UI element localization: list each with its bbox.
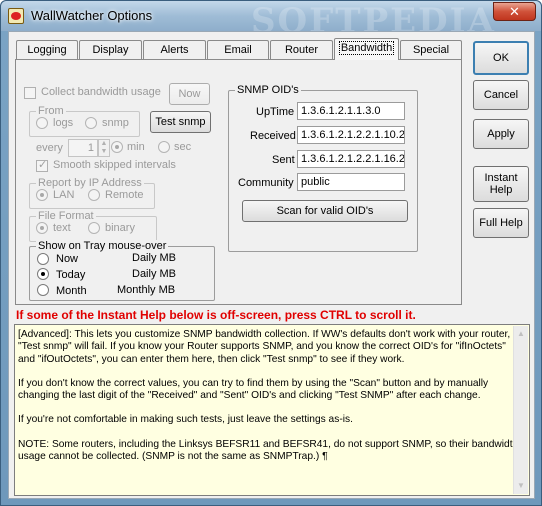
tray-month-label: Month xyxy=(56,285,87,297)
report-remote-radio[interactable] xyxy=(88,189,100,201)
from-snmp-radio[interactable] xyxy=(85,117,97,129)
scan-oids-button[interactable]: Scan for valid OID's xyxy=(242,200,408,222)
help-scrollbar[interactable]: ▲ ▼ xyxy=(513,326,528,494)
tab-alerts[interactable]: Alerts xyxy=(143,40,206,59)
interval-spinner[interactable]: ▲ ▼ xyxy=(98,139,110,157)
report-remote-label: Remote xyxy=(105,189,144,201)
tray-month-value: Monthly MB xyxy=(117,284,176,296)
cancel-button[interactable]: Cancel xyxy=(473,80,529,110)
window-title: WallWatcher Options xyxy=(31,8,153,23)
help-paragraph-3: If you're not comfortable in making such… xyxy=(18,414,353,426)
tray-now-value: Daily MB xyxy=(132,252,177,264)
help-paragraph-2: If you don't know the correct values, yo… xyxy=(18,377,489,402)
instant-help-line2: Help xyxy=(489,184,513,196)
tab-logging-label: Logging xyxy=(27,44,67,56)
tray-today-label: Today xyxy=(56,269,86,281)
tab-display[interactable]: Display xyxy=(79,40,142,59)
smooth-intervals-label: Smooth skipped intervals xyxy=(53,159,176,171)
apply-button[interactable]: Apply xyxy=(473,119,529,149)
tray-today-value: Daily MB xyxy=(132,268,177,280)
bandwidth-panel: Collect bandwidth usage Now From logs sn… xyxy=(15,59,462,305)
ok-button[interactable]: OK xyxy=(473,41,529,75)
received-label: Received xyxy=(250,130,296,142)
tab-alerts-label: Alerts xyxy=(160,44,189,56)
tray-month-radio[interactable] xyxy=(37,284,49,296)
snmp-group-title: SNMP OID's xyxy=(235,84,301,96)
close-button[interactable]: ✕ xyxy=(493,2,536,21)
instant-help-textbox[interactable]: [Advanced]: This lets you customize SNMP… xyxy=(14,324,530,496)
tab-logging[interactable]: Logging xyxy=(16,40,78,59)
instant-help-line1: Instant xyxy=(484,172,518,184)
tray-now-label: Now xyxy=(56,253,79,265)
tab-display-label: Display xyxy=(92,44,129,56)
tab-bandwidth[interactable]: Bandwidth xyxy=(334,38,399,60)
format-text-label: text xyxy=(53,222,71,234)
every-min-radio[interactable] xyxy=(111,141,123,153)
scroll-up-icon[interactable]: ▲ xyxy=(514,326,528,342)
every-label: every xyxy=(36,142,63,154)
community-label: Community xyxy=(238,177,294,189)
tab-router-label: Router xyxy=(284,44,319,56)
app-icon xyxy=(8,8,24,24)
sent-oid-input[interactable]: 1.3.6.1.2.1.2.2.1.16.2 xyxy=(297,150,405,168)
tray-group-title: Show on Tray mouse-over xyxy=(36,240,169,252)
received-oid-input[interactable]: 1.3.6.1.2.1.2.2.1.10.2 xyxy=(297,126,405,144)
test-snmp-button[interactable]: Test snmp xyxy=(150,111,211,133)
tray-now-radio[interactable] xyxy=(37,253,49,265)
file-format-group-title: File Format xyxy=(36,210,96,222)
community-input[interactable]: public xyxy=(297,173,405,191)
collect-bandwidth-label: Collect bandwidth usage xyxy=(41,86,161,98)
instant-help-button[interactable]: Instant Help xyxy=(473,166,529,202)
format-binary-radio[interactable] xyxy=(88,222,100,234)
from-logs-label: logs xyxy=(53,117,74,129)
from-group-title: From xyxy=(36,105,66,117)
help-paragraph-4: NOTE: Some routers, including the Linksy… xyxy=(18,438,519,463)
tab-router[interactable]: Router xyxy=(270,40,333,59)
report-lan-radio[interactable] xyxy=(36,189,48,201)
sent-label: Sent xyxy=(272,154,295,166)
tray-today-radio[interactable] xyxy=(37,268,49,280)
report-lan-label: LAN xyxy=(53,189,75,201)
every-min-label: min xyxy=(127,141,145,153)
from-logs-radio[interactable] xyxy=(36,117,48,129)
full-help-button[interactable]: Full Help xyxy=(473,208,529,238)
report-ip-group-title: Report by IP Address xyxy=(36,177,144,189)
tab-email[interactable]: Email xyxy=(207,40,269,59)
options-window: WallWatcher Options SOFTPEDIA ✕ Logging … xyxy=(0,0,542,506)
help-paragraph-1: [Advanced]: This lets you customize SNMP… xyxy=(18,329,511,365)
scroll-down-icon[interactable]: ▼ xyxy=(514,478,528,494)
dialog-client: Logging Display Alerts Email Router Band… xyxy=(8,31,535,499)
tab-email-label: Email xyxy=(224,44,252,56)
tab-special[interactable]: Special xyxy=(400,40,462,59)
tab-special-label: Special xyxy=(412,44,450,56)
every-interval-input[interactable]: 1 xyxy=(68,139,98,157)
every-sec-label: sec xyxy=(174,141,192,153)
collect-bandwidth-checkbox[interactable] xyxy=(24,87,36,99)
uptime-oid-input[interactable]: 1.3.6.1.2.1.1.3.0 xyxy=(297,102,405,120)
format-text-radio[interactable] xyxy=(36,222,48,234)
from-snmp-label: snmp xyxy=(102,117,129,129)
uptime-label: UpTime xyxy=(256,106,295,118)
title-bar[interactable]: WallWatcher Options SOFTPEDIA ✕ xyxy=(1,1,541,41)
every-sec-radio[interactable] xyxy=(158,141,170,153)
smooth-intervals-checkbox[interactable] xyxy=(36,158,48,172)
format-binary-label: binary xyxy=(105,222,135,234)
now-button[interactable]: Now xyxy=(169,83,210,105)
tab-bandwidth-label: Bandwidth xyxy=(338,41,395,55)
instant-help-warning: If some of the Instant Help below is off… xyxy=(16,308,416,322)
